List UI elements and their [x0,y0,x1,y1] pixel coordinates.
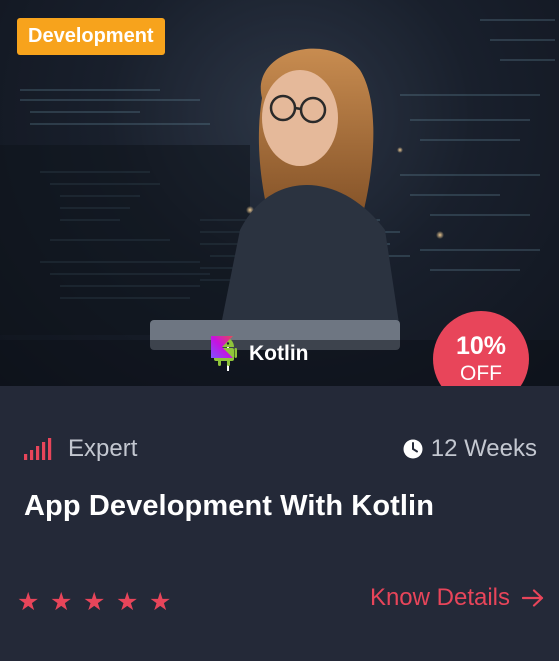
star-icon: ★ [17,588,40,616]
star-icon: ★ [149,588,172,616]
discount-label: OFF [460,361,502,385]
clock-icon [403,439,423,459]
course-title[interactable]: App Development With Kotlin [24,490,434,523]
know-details-link[interactable]: Know Details [370,584,544,612]
course-meta: Expert 12 Weeks [24,432,537,466]
course-thumbnail: Development Kotlin 10% OFF [0,0,559,386]
course-duration: 12 Weeks [403,435,537,463]
duration-label: 12 Weeks [430,435,537,462]
technology-logos: Kotlin [211,336,308,372]
discount-percent: 10% [455,331,507,360]
level-label: Expert [68,435,138,462]
star-icon: ★ [83,588,106,616]
course-card[interactable]: Development Kotlin 10% OFF Expert 12 Wee… [0,0,559,661]
star-icon: ★ [116,588,139,616]
category-badge: Development [17,18,165,55]
rating-stars: ★ ★ ★ ★ ★ [17,589,182,615]
know-details-label: Know Details [369,584,510,611]
arrow-right-icon [522,589,544,607]
course-level: Expert [24,435,137,463]
kotlin-logo-icon [211,336,233,358]
kotlin-label: Kotlin [249,342,309,365]
signal-bars-icon [24,438,52,460]
star-icon: ★ [50,588,73,616]
